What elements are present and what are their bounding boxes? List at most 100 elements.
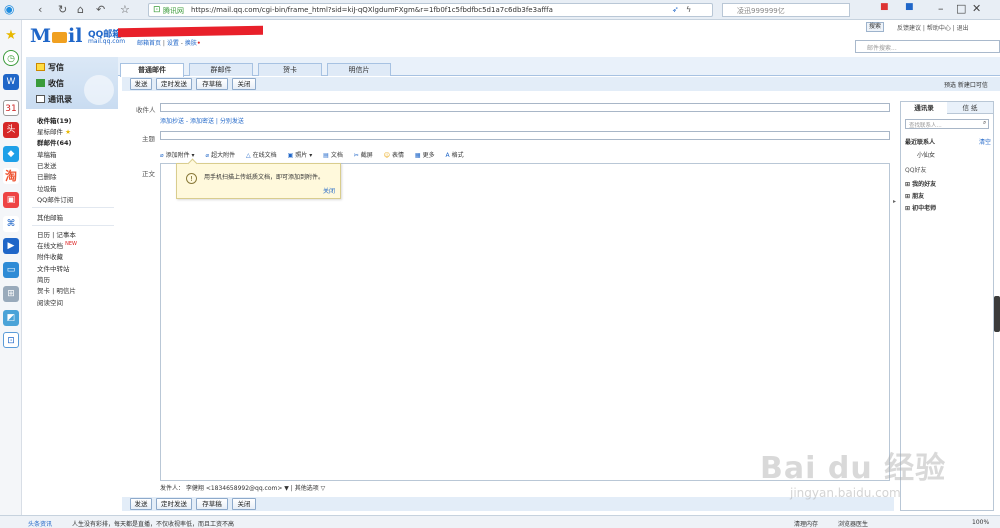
folder-starred[interactable]: 星标邮件 ★ [37, 126, 71, 136]
emoji-button[interactable]: ☺ 表情 [384, 150, 404, 159]
folder-subscription[interactable]: QQ邮件订阅 [37, 194, 73, 204]
tab-normal-mail[interactable]: 普通邮件 [120, 63, 184, 77]
top-links[interactable]: 反馈建议 | 帮助中心 | 退出 [897, 23, 969, 32]
video-icon[interactable]: ▶ [3, 238, 19, 254]
right-links[interactable]: 预选 新建口可信 [944, 80, 988, 89]
to-input[interactable] [160, 103, 890, 112]
calendar-icon[interactable]: 31 [3, 100, 19, 116]
save-draft-button[interactable]: 存草稿 [196, 78, 228, 90]
inbox-button[interactable]: 收信 [36, 78, 64, 89]
folder-group[interactable]: 群邮件(64) [37, 137, 72, 147]
contact-item[interactable]: 小仙女 [917, 150, 935, 159]
mail-search-input[interactable]: 邮件搜索... [855, 40, 1000, 53]
address-bar[interactable]: ⊡ 腾讯网 https://mail.qq.com/cgi-bin/frame_… [148, 3, 713, 17]
photo-button[interactable]: ▣ 照片 ▾ [288, 150, 313, 159]
skin-link[interactable]: 换肤 [185, 40, 197, 47]
mail-icon[interactable]: ■ [880, 2, 889, 12]
tab-postcard[interactable]: 明信片 [327, 63, 391, 76]
online-doc-button[interactable]: △ 在线文档 [246, 150, 277, 159]
game-icon[interactable]: ▣ [3, 192, 19, 208]
tab-address-book[interactable]: 通讯录 [901, 102, 947, 114]
mail-home-link[interactable]: 邮箱首页 [137, 40, 161, 47]
calculator-icon[interactable]: ⊞ [3, 286, 19, 302]
sender-line[interactable]: 发件人： 李健翔 <1834658992@qq.com> ▼ | 其他选项 ▽ [160, 483, 325, 492]
browser-search-input[interactable]: 凌迅999999亿 [722, 3, 850, 17]
folder-deleted[interactable]: 已删除 [37, 171, 57, 181]
more-button[interactable]: ▦ 更多 [415, 150, 435, 159]
calendar-notes-link[interactable]: 日历 | 记事本 [37, 229, 76, 239]
close-button[interactable]: 关闭 [232, 78, 256, 90]
clear-link[interactable]: 清空 [979, 137, 991, 146]
history-icon[interactable]: ◷ [3, 50, 19, 66]
close-icon[interactable]: ✕ [972, 2, 981, 15]
compose-button[interactable]: 写信 [36, 62, 64, 73]
add-attachment-button[interactable]: ⌀ 添加附件 ▾ [160, 150, 195, 159]
word-icon[interactable]: W [3, 74, 19, 90]
document-button[interactable]: ▤ 文档 [323, 150, 343, 159]
folder-sent[interactable]: 已发送 [37, 160, 57, 170]
star-icon[interactable]: ☆ [120, 3, 130, 16]
contacts-button[interactable]: 通讯录 [36, 94, 72, 105]
group-teachers[interactable]: ⊞ 初中老师 [905, 203, 936, 212]
refresh-icon[interactable]: ↻ [58, 3, 67, 16]
tab-greeting-card[interactable]: 贺卡 [258, 63, 322, 76]
cc-links[interactable]: 添加抄送 - 添加密送 | 分别发送 [160, 116, 244, 125]
back-icon[interactable]: ‹ [38, 3, 42, 16]
maximize-icon[interactable]: □ [956, 2, 966, 15]
search-icon[interactable]: ⌕ [983, 119, 986, 127]
group-friends[interactable]: ⊞ 朋友 [905, 191, 924, 200]
file-transfer-link[interactable]: 文件中转站 [37, 263, 70, 273]
tab-group-mail[interactable]: 群邮件 [189, 63, 253, 76]
folder-inbox[interactable]: 收件箱(19) [37, 115, 72, 125]
undo-icon[interactable]: ↶ [96, 3, 105, 16]
tip-close-link[interactable]: 关闭 [323, 186, 335, 195]
recent-contacts-header: 最近联系人 [905, 139, 936, 146]
online-docs-link[interactable]: 在线文档 NEW [37, 240, 77, 250]
contact-search-input[interactable]: 查找联系人... [905, 119, 989, 129]
close-button-bottom[interactable]: 关闭 [232, 498, 256, 510]
resume-link[interactable]: 简历 [37, 274, 50, 284]
reading-space-link[interactable]: 阅读空间 [37, 297, 63, 307]
monitor-icon[interactable]: ▭ [3, 262, 19, 278]
home-icon[interactable]: ⌂ [77, 3, 84, 16]
gamepad-icon[interactable]: ⌘ [3, 216, 19, 232]
clean-memory-button[interactable]: 清理内存 [794, 519, 818, 528]
tab-stationery[interactable]: 信 纸 [947, 102, 993, 114]
header-search-button[interactable]: 搜索 [866, 22, 884, 32]
panel-toggle-icon[interactable]: ▸ [893, 198, 896, 205]
taobao-icon[interactable]: 淘 [3, 168, 19, 184]
settings-link[interactable]: 设置 [167, 40, 179, 47]
minimize-icon[interactable]: – [938, 2, 944, 15]
other-mailbox[interactable]: 其他邮箱 [37, 212, 63, 222]
group-my-friends[interactable]: ⊞ 我的好友 [905, 179, 936, 188]
rocket-icon[interactable]: ➶ [672, 3, 679, 16]
send-button-bottom[interactable]: 发送 [130, 498, 152, 510]
body-editor[interactable] [160, 163, 890, 481]
browser-doctor-button[interactable]: 浏览器医生 [838, 519, 868, 528]
folder-spam[interactable]: 垃圾箱 [37, 183, 57, 193]
send-button[interactable]: 发送 [130, 78, 152, 90]
save-draft-button-bottom[interactable]: 存草稿 [196, 498, 228, 510]
chat-icon[interactable]: ◆ [3, 146, 19, 162]
large-attachment-button[interactable]: ⌀ 超大附件 [205, 150, 235, 159]
format-button[interactable]: A 格式 [446, 150, 464, 159]
mail-logo[interactable]: Mil [30, 25, 82, 47]
folder-drafts[interactable]: 草稿箱 [37, 149, 57, 159]
apps-icon[interactable]: ■ [905, 2, 914, 12]
news-icon[interactable]: 头 [3, 122, 19, 138]
news-link[interactable]: 头条资讯 [28, 519, 52, 528]
cards-link[interactable]: 贺卡 | 明信片 [37, 285, 76, 295]
timed-send-button[interactable]: 定时发送 [156, 78, 192, 90]
screenshot-icon[interactable]: ⊡ [3, 332, 19, 348]
star-icon: ★ [65, 128, 71, 136]
scrollbar[interactable] [994, 296, 1000, 332]
eraser-icon[interactable]: ◩ [3, 310, 19, 326]
favorites-icon[interactable]: ★ [3, 28, 19, 44]
news-ticker[interactable]: 人生没有彩排，每天都是直播，不仅收视率低，而且工资不高 [72, 519, 234, 528]
timed-send-button-bottom[interactable]: 定时发送 [156, 498, 192, 510]
attachment-fav-link[interactable]: 附件收藏 [37, 251, 63, 261]
lightning-icon[interactable]: ϟ [686, 3, 691, 16]
screenshot-button[interactable]: ✂ 截屏 [354, 150, 373, 159]
zoom-level[interactable]: 100% [972, 519, 989, 526]
subject-input[interactable] [160, 131, 890, 140]
